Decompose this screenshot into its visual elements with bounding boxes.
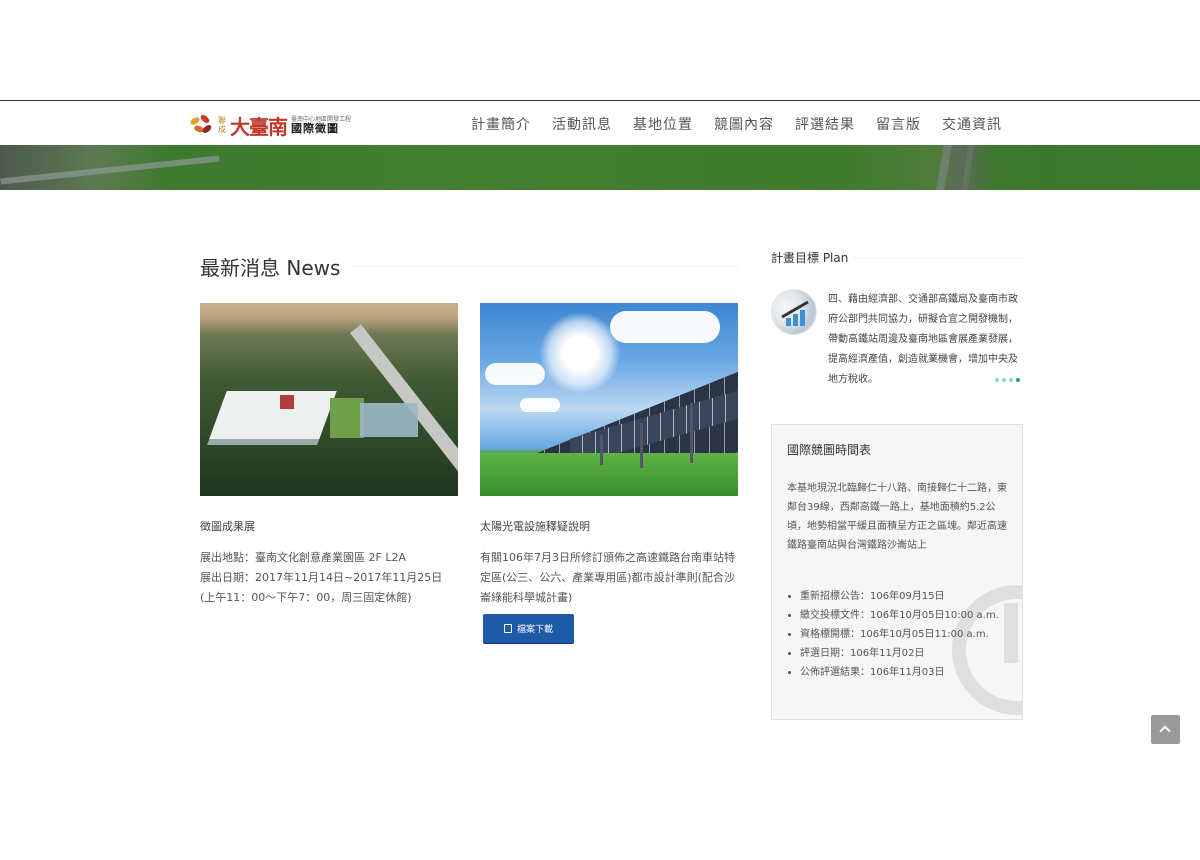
nav-item-location[interactable]: 基地位置 <box>633 114 693 134</box>
schedule-item: 繳交投標文件：106年10月05日10:00 a.m. <box>800 606 1015 625</box>
plan-section-heading: 計畫目標 Plan <box>771 249 1023 266</box>
divider <box>352 266 738 267</box>
download-file-button[interactable]: 檔案下載 <box>483 614 574 643</box>
schedule-item: 重新招標公告：106年09月15日 <box>800 587 1015 606</box>
plan-avatar-image <box>771 289 817 335</box>
carousel-dots <box>995 378 1020 382</box>
schedule-box: 國際競圖時間表 本基地現況北臨歸仁十八路、南接歸仁十二路，東鄰台39線，西鄰高鐵… <box>771 424 1023 720</box>
carousel-dot[interactable] <box>1009 378 1013 382</box>
schedule-item: 公佈評選結果：106年11月03日 <box>800 663 1015 682</box>
news-card-line: (上午11：00～下午7：00，周三固定休館) <box>200 591 412 604</box>
news-card-title[interactable]: 徵圖成果展 <box>200 518 458 534</box>
nav-item-competition[interactable]: 競圖內容 <box>714 114 774 134</box>
news-card-line: 展出日期：2017年11月14日~2017年11月25日 <box>200 571 443 584</box>
logo-main-text: 大臺南 <box>230 114 288 139</box>
site-logo[interactable]: 聯成 大臺南 臺南中心地區開發工程 國際徵圖 <box>189 113 351 139</box>
news-card-title[interactable]: 太陽光電設施釋疑說明 <box>480 518 738 534</box>
news-card: 徵圖成果展 展出地點：臺南文化創意產業園區 2F L2A 展出日期：2017年1… <box>200 303 458 608</box>
divider <box>854 257 1023 258</box>
document-icon <box>503 624 512 633</box>
plan-text: 四、藉由經濟部、交通部高鐵局及臺南市政府公部門共同協力，研擬合宜之開發機制，帶動… <box>828 294 1018 385</box>
news-image-aerial[interactable] <box>200 303 458 496</box>
schedule-title: 國際競圖時間表 <box>787 443 872 457</box>
flower-logo-icon <box>189 113 216 136</box>
logo-side-text: 聯成 <box>218 116 226 134</box>
news-card: 太陽光電設施釋疑說明 有關106年7月3日所修訂頒佈之高速鐵路台南車站特定區(公… <box>480 303 738 608</box>
main-nav: 計畫簡介 活動訊息 基地位置 競圖內容 評選結果 留言版 交通資訊 <box>450 114 1002 134</box>
nav-item-plan-intro[interactable]: 計畫簡介 <box>471 114 531 134</box>
schedule-item: 資格標開標：106年10月05日11:00 a.m. <box>800 625 1015 644</box>
carousel-dot[interactable] <box>1002 378 1006 382</box>
chevron-up-icon <box>1159 725 1171 737</box>
plan-title: 計畫目標 Plan <box>771 251 849 265</box>
news-card-text: 展出地點：臺南文化創意產業園區 2F L2A 展出日期：2017年11月14日~… <box>200 548 458 608</box>
banner-image <box>0 145 1200 190</box>
site-header: 聯成 大臺南 臺南中心地區開發工程 國際徵圖 計畫簡介 活動訊息 基地位置 競圖… <box>0 100 1200 145</box>
download-button-label: 檔案下載 <box>516 625 553 635</box>
carousel-dot[interactable] <box>995 378 999 382</box>
news-card-text: 有關106年7月3日所修訂頒佈之高速鐵路台南車站特定區(公三、公六、產業專用區)… <box>480 551 735 604</box>
schedule-list: 重新招標公告：106年09月15日 繳交投標文件：106年10月05日10:00… <box>800 587 1015 682</box>
logo-intl-text: 國際徵圖 <box>291 121 339 135</box>
nav-item-results[interactable]: 評選結果 <box>795 114 855 134</box>
carousel-dot-active[interactable] <box>1016 378 1020 382</box>
nav-item-transport[interactable]: 交通資訊 <box>942 114 1002 134</box>
back-to-top-button[interactable] <box>1151 715 1180 744</box>
schedule-item: 評選日期：106年11月02日 <box>800 644 1015 663</box>
schedule-description: 本基地現況北臨歸仁十八路、南接歸仁十二路，東鄰台39線，西鄰高鐵一路上，基地面積… <box>787 483 1007 551</box>
news-card-line: 展出地點：臺南文化創意產業園區 2F L2A <box>200 551 406 564</box>
news-section-heading: 最新消息 News <box>200 252 738 281</box>
news-image-solar[interactable] <box>480 303 738 496</box>
nav-item-guestbook[interactable]: 留言版 <box>876 114 921 134</box>
logo-right-block: 臺南中心地區開發工程 國際徵圖 <box>291 116 351 135</box>
nav-item-activity[interactable]: 活動訊息 <box>552 114 612 134</box>
news-title: 最新消息 News <box>200 256 341 280</box>
